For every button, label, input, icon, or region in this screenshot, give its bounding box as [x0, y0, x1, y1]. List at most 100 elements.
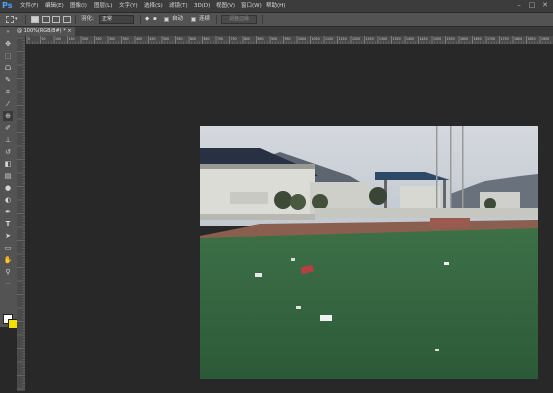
menu-bar: Ps 文件(F) 编辑(E) 图像(I) 图层(L) 文字(Y) 选择(S) 滤… [0, 0, 553, 13]
close-tab-icon[interactable]: × [67, 28, 71, 34]
ruler-label: 1750 [501, 37, 509, 41]
document-tab-title: @ 100%(RGB/8#) * [17, 28, 66, 34]
menu-window[interactable]: 窗口(W) [241, 0, 262, 12]
eraser-tool-icon[interactable]: ◧ [3, 159, 13, 169]
menu-help[interactable]: 帮助(H) [266, 0, 285, 12]
menu-image[interactable]: 图像(I) [70, 0, 87, 12]
document-image[interactable] [200, 126, 538, 379]
ruler-label: 1600 [460, 37, 468, 41]
photo-school-playground [200, 126, 538, 379]
menu-edit[interactable]: 编辑(E) [45, 0, 64, 12]
ruler-label: 1700 [487, 37, 495, 41]
sample-size-icon[interactable]: ▪ [153, 13, 157, 26]
sample-icon[interactable]: ◆ [145, 13, 149, 26]
ruler-label: 650 [204, 37, 210, 41]
separator [216, 15, 217, 24]
hand-tool-icon[interactable]: ✋ [3, 255, 13, 265]
separator [75, 15, 76, 24]
more-tools-icon[interactable]: ··· [3, 279, 13, 289]
marquee-tool-icon[interactable]: ⬚ [3, 51, 13, 61]
ruler-label: 850 [258, 37, 264, 41]
minimize-button[interactable]: – [514, 1, 524, 10]
separator [262, 15, 263, 24]
separator [140, 15, 141, 24]
menu-layer[interactable]: 图层(L) [94, 0, 112, 12]
quick-select-tool-icon[interactable]: ✎ [3, 75, 13, 85]
ruler-label: 1150 [339, 37, 347, 41]
ruler-label: 1050 [312, 37, 320, 41]
healing-brush-tool-icon[interactable]: ⊕ [3, 111, 13, 121]
ruler-label: 1800 [514, 37, 522, 41]
style-select[interactable]: 正常 [99, 15, 134, 24]
ruler-label: 1350 [393, 37, 401, 41]
add-selection-icon[interactable] [42, 16, 50, 23]
ruler-label: 1650 [474, 37, 482, 41]
type-tool-icon[interactable]: T [3, 219, 13, 229]
close-button[interactable]: ✕ [540, 1, 550, 10]
contiguous-label: 连续 [199, 16, 211, 22]
maximize-button[interactable]: □ [527, 1, 537, 10]
ruler-label: 1450 [420, 37, 428, 41]
path-select-tool-icon[interactable]: ➤ [3, 231, 13, 241]
eyedropper-tool-icon[interactable]: ⁄ [3, 99, 13, 109]
ruler-label: 50 [42, 37, 46, 41]
ruler-label: 200 [82, 37, 88, 41]
photoshop-logo: Ps [2, 1, 13, 10]
ruler-label: 250 [96, 37, 102, 41]
menu-file[interactable]: 文件(F) [20, 0, 38, 12]
ruler-label: 300 [109, 37, 115, 41]
collapse-panel-icon[interactable]: » [3, 29, 13, 35]
menu-select[interactable]: 选择(S) [144, 0, 163, 12]
ruler-label: 450 [150, 37, 156, 41]
lasso-tool-icon[interactable]: ᗝ [3, 63, 13, 73]
horizontal-ruler[interactable]: 0 50 100 150 200 250 300 350 400 450 500 550 600 650 7… [26, 36, 553, 45]
dodge-tool-icon[interactable]: ◐ [3, 195, 13, 205]
options-bar: ▾ 羽化: 正常 ◆ ▪ 自动 连续 调整边缘 [0, 13, 553, 27]
history-brush-tool-icon[interactable]: ↺ [3, 147, 13, 157]
menu-type[interactable]: 文字(Y) [119, 0, 138, 12]
gradient-tool-icon[interactable]: ▤ [3, 171, 13, 181]
ruler-label: 1900 [541, 37, 549, 41]
ruler-label: 500 [163, 37, 169, 41]
tools-panel: » ✥ ⬚ ᗝ ✎ ⌗ ⁄ ⊕ ✐ ⊥ ↺ ◧ ▤ ● ◐ ✒ T ➤ ▭ ✋ … [0, 27, 18, 329]
ruler-label: 1550 [447, 37, 455, 41]
menu-3d[interactable]: 3D(D) [194, 0, 210, 12]
refine-edge-button[interactable]: 调整边缘 [221, 15, 257, 24]
ruler-label: 1200 [352, 37, 360, 41]
clone-stamp-tool-icon[interactable]: ⊥ [3, 135, 13, 145]
ruler-label: 1100 [325, 37, 333, 41]
ruler-label: 1300 [379, 37, 387, 41]
shape-tool-icon[interactable]: ▭ [3, 243, 13, 253]
ruler-label: 800 [244, 37, 250, 41]
blur-tool-icon[interactable]: ● [3, 183, 13, 193]
ruler-label: 1250 [366, 37, 374, 41]
ruler-label: 0 [28, 37, 30, 41]
preset-dropdown-arrow-icon[interactable]: ▾ [15, 13, 18, 26]
ruler-label: 150 [69, 37, 75, 41]
ruler-ticks [17, 37, 25, 390]
separator [25, 15, 26, 24]
menu-filter[interactable]: 滤镜(T) [169, 0, 188, 12]
vertical-ruler[interactable] [17, 36, 26, 391]
move-tool-icon[interactable]: ✥ [3, 39, 13, 49]
new-selection-icon[interactable] [31, 16, 39, 23]
intersect-selection-icon[interactable] [63, 16, 71, 23]
ruler-ticks: 0 50 100 150 200 250 300 350 400 450 500 550 600 650 7… [26, 36, 551, 44]
contiguous-checkbox[interactable] [191, 17, 196, 22]
brush-tool-icon[interactable]: ✐ [3, 123, 13, 133]
tab-bar [75, 27, 553, 36]
marquee-preset-icon[interactable] [6, 16, 14, 23]
document-tab[interactable]: @ 100%(RGB/8#) * × [17, 27, 76, 36]
ruler-label: 400 [136, 37, 142, 41]
pen-tool-icon[interactable]: ✒ [3, 207, 13, 217]
ruler-label: 700 [217, 37, 223, 41]
ruler-label: 1400 [406, 37, 414, 41]
crop-tool-icon[interactable]: ⌗ [3, 87, 13, 97]
subtract-selection-icon[interactable] [52, 16, 60, 23]
antialias-checkbox[interactable] [164, 17, 169, 22]
ruler-label: 1000 [298, 37, 306, 41]
ruler-label: 350 [123, 37, 129, 41]
menu-view[interactable]: 视图(V) [216, 0, 235, 12]
ruler-label: 600 [190, 37, 196, 41]
zoom-tool-icon[interactable]: ⚲ [3, 267, 13, 277]
